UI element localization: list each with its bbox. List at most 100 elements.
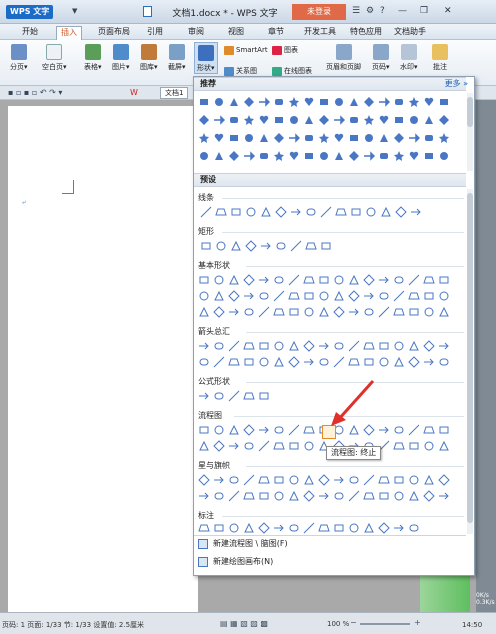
shape-option[interactable] (438, 340, 450, 352)
shape-option[interactable] (408, 150, 420, 162)
shape-option[interactable] (228, 306, 240, 318)
shape-option[interactable] (198, 490, 210, 502)
shape-option[interactable] (393, 290, 405, 302)
shape-option[interactable] (333, 114, 345, 126)
shape-option[interactable] (393, 114, 405, 126)
shape-option[interactable] (213, 132, 225, 144)
shape-option[interactable] (408, 490, 420, 502)
shape-option[interactable] (243, 274, 255, 286)
shape-option[interactable] (408, 356, 420, 368)
shape-option[interactable] (258, 132, 270, 144)
tab-developer[interactable]: 开发工具 (300, 26, 340, 38)
shape-option[interactable] (333, 274, 345, 286)
shape-option[interactable] (393, 96, 405, 108)
shape-option[interactable] (303, 522, 315, 534)
shape-option[interactable] (318, 474, 330, 486)
picture-button[interactable]: 图片▾ (112, 42, 130, 72)
shape-option[interactable] (348, 274, 360, 286)
zoom-in-icon[interactable]: + (414, 618, 421, 627)
shape-option[interactable] (423, 424, 435, 436)
shape-option[interactable] (348, 150, 360, 162)
shape-option[interactable] (275, 240, 287, 252)
shape-option[interactable] (423, 440, 435, 452)
shape-option[interactable] (363, 522, 375, 534)
shape-option[interactable] (305, 240, 317, 252)
shape-option[interactable] (348, 306, 360, 318)
shape-option[interactable] (258, 440, 270, 452)
new-canvas-command[interactable]: 新建绘图画布(N) (198, 556, 273, 568)
shape-option[interactable] (258, 150, 270, 162)
shape-option[interactable] (380, 206, 392, 218)
shape-option[interactable] (243, 440, 255, 452)
shape-option[interactable] (258, 290, 270, 302)
page-break-button[interactable]: 分页▾ (10, 42, 28, 72)
shape-option[interactable] (213, 390, 225, 402)
shape-option[interactable] (243, 132, 255, 144)
shape-option[interactable] (288, 306, 300, 318)
shape-option[interactable] (275, 206, 287, 218)
shape-option[interactable] (438, 132, 450, 144)
shape-option[interactable] (303, 490, 315, 502)
zoom-out-icon[interactable]: − (350, 618, 357, 627)
shape-option[interactable] (213, 474, 225, 486)
tab-insert[interactable]: 插入 (56, 26, 82, 40)
settings-icon[interactable]: ⚙ (366, 6, 374, 16)
shape-option[interactable] (198, 96, 210, 108)
shape-option[interactable] (348, 356, 360, 368)
shape-option[interactable] (408, 306, 420, 318)
document-page[interactable]: ⤶ (8, 106, 198, 616)
shape-option[interactable] (378, 274, 390, 286)
header-footer-button[interactable]: 页眉和页脚 (326, 42, 361, 72)
restore-icon[interactable]: ❐ (420, 6, 428, 16)
shape-option[interactable] (333, 474, 345, 486)
shape-option[interactable] (228, 290, 240, 302)
shape-option[interactable] (365, 206, 377, 218)
preset-scrollbar[interactable] (467, 189, 473, 534)
shape-option[interactable] (335, 206, 347, 218)
shape-option[interactable] (288, 340, 300, 352)
help-icon[interactable]: ? (380, 6, 385, 16)
shape-option[interactable] (423, 290, 435, 302)
tab-reference[interactable]: 引用 (143, 26, 167, 38)
tab-chapter[interactable]: 章节 (264, 26, 288, 38)
shape-option[interactable] (198, 440, 210, 452)
shape-option[interactable] (228, 390, 240, 402)
close-icon[interactable]: ✕ (444, 6, 452, 16)
shape-option[interactable] (258, 490, 270, 502)
shape-option[interactable] (438, 490, 450, 502)
view-mode-icons[interactable]: ▤ ▦ ▧ ▨ ▩ (220, 619, 268, 628)
recommend-scrollbar[interactable] (467, 93, 473, 171)
shape-option[interactable] (228, 150, 240, 162)
shape-option[interactable] (378, 306, 390, 318)
shape-option[interactable] (438, 290, 450, 302)
shape-option[interactable] (393, 306, 405, 318)
shape-option[interactable] (230, 206, 242, 218)
tab-layout[interactable]: 页面布局 (94, 26, 134, 38)
shape-option[interactable] (258, 96, 270, 108)
shape-option[interactable] (273, 96, 285, 108)
shape-option[interactable] (258, 474, 270, 486)
shape-option[interactable] (258, 306, 270, 318)
shape-option[interactable] (198, 340, 210, 352)
quick-access-icons[interactable]: ▪ ▫ ▪ ▫ ↶ ↷ ▾ (8, 88, 62, 97)
shape-option[interactable] (303, 356, 315, 368)
shape-option[interactable] (228, 114, 240, 126)
shape-option[interactable] (198, 114, 210, 126)
shape-option[interactable] (438, 96, 450, 108)
shape-option[interactable] (258, 522, 270, 534)
shape-option[interactable] (273, 132, 285, 144)
shape-option[interactable] (303, 424, 315, 436)
shape-option[interactable] (423, 306, 435, 318)
shape-option[interactable] (198, 522, 210, 534)
shape-option[interactable] (363, 306, 375, 318)
shape-option[interactable] (378, 474, 390, 486)
shape-option[interactable] (288, 290, 300, 302)
new-flowchart-command[interactable]: 新建流程图 \ 脑图(F) (198, 538, 288, 550)
smartart-button[interactable]: SmartArt (224, 45, 268, 55)
chevron-down-icon[interactable]: ▼ (72, 7, 77, 15)
more-link[interactable]: 更多 » (445, 78, 468, 89)
shape-option[interactable] (198, 274, 210, 286)
shape-option[interactable] (393, 340, 405, 352)
watermark-button[interactable]: 水印▾ (400, 42, 418, 72)
shape-option[interactable] (318, 306, 330, 318)
